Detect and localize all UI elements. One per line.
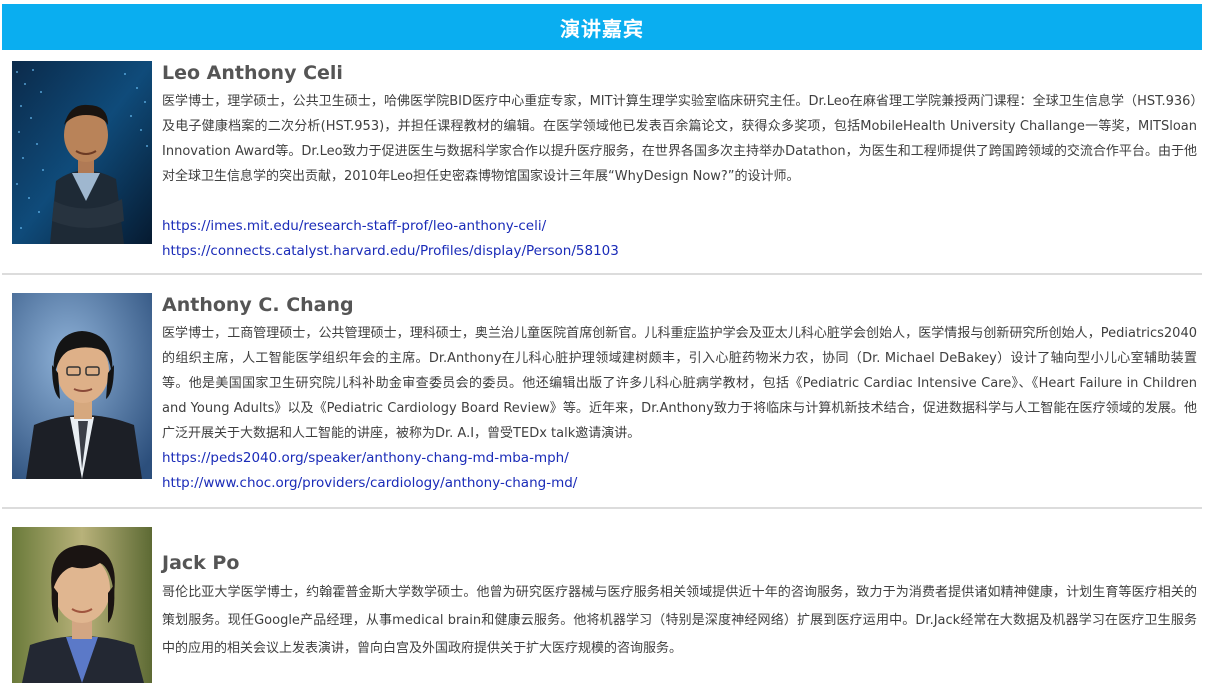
speaker-content: Anthony C. Chang 医学博士，工商管理硕士，公共管理硕士，理科硕士… [162,293,1197,496]
section-divider [2,507,1202,509]
speaker-bio: 医学博士，理学硕士，公共卫生硕士，哈佛医学院BID医疗中心重症专家，MIT计算生… [162,94,1197,184]
speaker-bio: 医学博士，工商管理硕士，公共管理硕士，理科硕士，奥兰治儿童医院首席创新官。儿科重… [162,326,1197,441]
speaker-name: Jack Po [162,552,240,574]
speaker-name: Leo Anthony Celi [162,62,343,84]
speaker-link-mit[interactable]: https://imes.mit.edu/research-staff-prof… [162,214,1197,239]
speaker-link-harvard[interactable]: https://connects.catalyst.harvard.edu/Pr… [162,239,1197,264]
speaker-photo [12,61,152,244]
leo-portrait-image [12,61,152,244]
speaker-bio: 哥伦比亚大学医学博士，约翰霍普金斯大学数学硕士。他曾为研究医疗器械与医疗服务相关… [162,585,1197,656]
speaker-name: Anthony C. Chang [162,294,354,316]
speaker-link-choc[interactable]: http://www.choc.org/providers/cardiology… [162,471,1197,496]
section-header: 演讲嘉宾 [2,4,1202,50]
speaker-content: Jack Po 哥伦比亚大学医学博士，约翰霍普金斯大学数学硕士。他曾为研究医疗器… [162,551,1197,663]
speaker-photo [12,527,152,683]
jack-portrait-image [12,527,152,683]
speaker-photo [12,293,152,479]
section-title: 演讲嘉宾 [560,16,644,41]
anthony-portrait-image [12,293,152,479]
section-divider [2,273,1202,275]
speaker-content: Leo Anthony Celi 医学博士，理学硕士，公共卫生硕士，哈佛医学院B… [162,61,1197,264]
speakers-page: 演讲嘉宾 Leo Anthony Celi 医学博士，理学硕士，公共卫生硕士，哈… [0,0,1205,693]
speaker-link-peds2040[interactable]: https://peds2040.org/speaker/anthony-cha… [162,446,1197,471]
